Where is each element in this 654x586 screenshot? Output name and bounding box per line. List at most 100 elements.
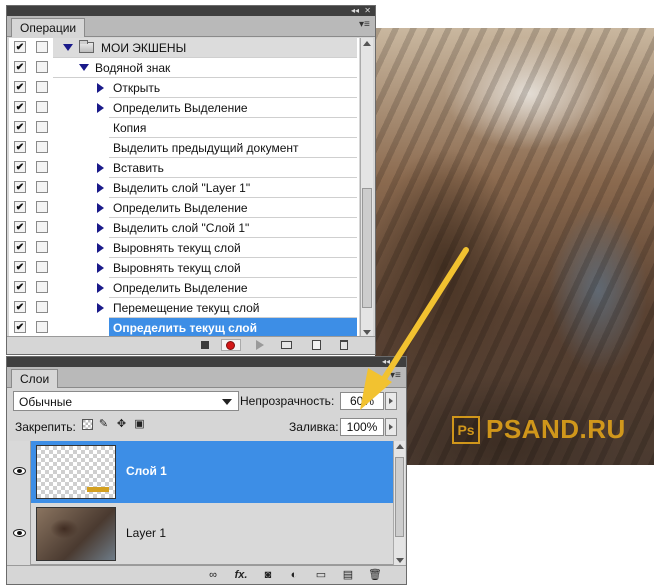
action-row-body[interactable]: Определить Выделение xyxy=(97,98,357,118)
include-checkbox[interactable]: ✔ xyxy=(14,181,26,193)
scroll-up-icon[interactable] xyxy=(363,41,371,46)
chevron-right-icon[interactable] xyxy=(97,243,104,253)
dialog-toggle-checkbox[interactable] xyxy=(36,161,48,173)
include-checkbox[interactable]: ✔ xyxy=(14,101,26,113)
eye-icon[interactable] xyxy=(13,529,26,537)
delete-icon[interactable] xyxy=(337,339,351,351)
chevron-right-icon[interactable] xyxy=(97,83,104,93)
action-row-body[interactable]: Определить Выделение xyxy=(97,278,357,298)
action-row[interactable]: ✔ Определить Выделение xyxy=(9,198,359,218)
action-row[interactable]: ✔ Определить Выделение xyxy=(9,98,359,118)
chevron-right-icon[interactable] xyxy=(97,223,104,233)
layer-body[interactable]: Layer 1 xyxy=(31,503,393,565)
close-icon[interactable]: ✕ xyxy=(364,6,371,16)
action-row-body[interactable]: МОИ ЭКШЕНЫ xyxy=(53,38,357,58)
dialog-toggle-checkbox[interactable] xyxy=(36,221,48,233)
new-layer-icon[interactable]: ▤ xyxy=(341,569,355,581)
dialog-toggle-checkbox[interactable] xyxy=(36,321,48,333)
eye-icon[interactable] xyxy=(13,467,26,475)
blend-mode-select[interactable]: Обычные xyxy=(13,391,239,411)
panel-menu-icon[interactable]: ▾≡ xyxy=(359,20,371,30)
action-row-body[interactable]: Выровнять текущ слой xyxy=(97,258,357,278)
action-row-body[interactable]: Перемещение текущ слой xyxy=(97,298,357,318)
lock-move-icon[interactable]: ✥ xyxy=(116,419,127,430)
panel-menu-icon[interactable]: ▾≡ xyxy=(390,371,402,381)
include-checkbox[interactable]: ✔ xyxy=(14,301,26,313)
adjustment-icon[interactable]: ◐ xyxy=(287,569,301,581)
include-checkbox[interactable]: ✔ xyxy=(14,261,26,273)
chevron-right-icon[interactable] xyxy=(97,303,104,313)
chevron-right-icon[interactable] xyxy=(97,103,104,113)
include-checkbox[interactable]: ✔ xyxy=(14,281,26,293)
action-row[interactable]: ✔ Определить текущ слой xyxy=(9,318,359,338)
record-icon[interactable] xyxy=(221,339,241,351)
action-row-body[interactable]: Выделить слой "Layer 1" xyxy=(97,178,357,198)
dialog-toggle-checkbox[interactable] xyxy=(36,141,48,153)
fill-field[interactable]: 100% xyxy=(340,418,384,436)
action-row[interactable]: ✔ МОИ ЭКШЕНЫ xyxy=(9,38,359,58)
include-checkbox[interactable]: ✔ xyxy=(14,61,26,73)
action-row-body[interactable]: Открыть xyxy=(97,78,357,98)
visibility-toggle[interactable] xyxy=(9,441,31,503)
action-row[interactable]: ✔ Копия xyxy=(9,118,359,138)
new-set-icon[interactable] xyxy=(280,339,294,351)
dialog-toggle-checkbox[interactable] xyxy=(36,61,48,73)
include-checkbox[interactable]: ✔ xyxy=(14,321,26,333)
action-row-body[interactable]: Выделить предыдущий документ xyxy=(109,138,357,158)
layer-body[interactable]: Слой 1 xyxy=(31,441,393,503)
fx-icon[interactable]: fx. xyxy=(232,569,250,581)
action-row-body[interactable]: Вставить xyxy=(97,158,357,178)
scroll-down-icon[interactable] xyxy=(363,330,371,335)
chevron-right-icon[interactable] xyxy=(97,203,104,213)
include-checkbox[interactable]: ✔ xyxy=(14,201,26,213)
scroll-thumb[interactable] xyxy=(362,188,372,308)
action-row[interactable]: ✔ Выделить слой "Слой 1" xyxy=(9,218,359,238)
play-icon[interactable] xyxy=(253,339,267,351)
chevron-right-icon[interactable] xyxy=(97,283,104,293)
action-row-body[interactable]: Копия xyxy=(109,118,357,138)
dialog-toggle-checkbox[interactable] xyxy=(36,41,48,53)
dialog-toggle-checkbox[interactable] xyxy=(36,81,48,93)
collapse-icon[interactable]: ◂◂ xyxy=(351,6,359,16)
layers-scrollbar[interactable] xyxy=(393,441,405,566)
mask-icon[interactable]: ◙ xyxy=(261,569,275,581)
new-action-icon[interactable] xyxy=(310,339,324,351)
chevron-right-icon[interactable] xyxy=(97,263,104,273)
visibility-toggle[interactable] xyxy=(9,503,31,565)
lock-all-icon[interactable]: ▣ xyxy=(134,419,145,430)
chevron-down-icon[interactable] xyxy=(79,64,89,71)
include-checkbox[interactable]: ✔ xyxy=(14,241,26,253)
collapse-icon[interactable]: ◂◂ xyxy=(382,357,390,367)
chevron-right-icon[interactable] xyxy=(97,323,104,333)
dialog-toggle-checkbox[interactable] xyxy=(36,241,48,253)
action-row[interactable]: ✔ Определить Выделение xyxy=(9,278,359,298)
opacity-stepper[interactable] xyxy=(385,392,397,410)
scroll-up-icon[interactable] xyxy=(396,444,404,449)
scroll-down-icon[interactable] xyxy=(396,558,404,563)
action-row-body[interactable]: Определить текущ слой xyxy=(97,318,357,338)
action-row[interactable]: ✔ Выделить предыдущий документ xyxy=(9,138,359,158)
include-checkbox[interactable]: ✔ xyxy=(14,221,26,233)
group-folder-icon[interactable]: ▭ xyxy=(314,569,328,581)
dialog-toggle-checkbox[interactable] xyxy=(36,101,48,113)
action-row[interactable]: ✔ Выровнять текущ слой xyxy=(9,238,359,258)
tab-actions[interactable]: Операции xyxy=(11,18,86,37)
action-row[interactable]: ✔ Водяной знак xyxy=(9,58,359,78)
dialog-toggle-checkbox[interactable] xyxy=(36,121,48,133)
fill-stepper[interactable] xyxy=(385,418,397,436)
dialog-toggle-checkbox[interactable] xyxy=(36,281,48,293)
layer-row-sloy-1[interactable]: Слой 1 xyxy=(9,441,393,503)
stop-icon[interactable] xyxy=(198,339,212,351)
chevron-right-icon[interactable] xyxy=(97,163,104,173)
action-row[interactable]: ✔ Перемещение текущ слой xyxy=(9,298,359,318)
action-row-body[interactable]: Выровнять текущ слой xyxy=(97,238,357,258)
action-row[interactable]: ✔ Открыть xyxy=(9,78,359,98)
include-checkbox[interactable]: ✔ xyxy=(14,141,26,153)
dialog-toggle-checkbox[interactable] xyxy=(36,181,48,193)
lock-brush-icon[interactable]: ✎ xyxy=(98,419,109,430)
action-row-body[interactable]: Водяной знак xyxy=(53,58,357,78)
dialog-toggle-checkbox[interactable] xyxy=(36,301,48,313)
scroll-thumb[interactable] xyxy=(395,457,404,537)
link-icon[interactable]: ∞ xyxy=(204,569,222,581)
include-checkbox[interactable]: ✔ xyxy=(14,81,26,93)
